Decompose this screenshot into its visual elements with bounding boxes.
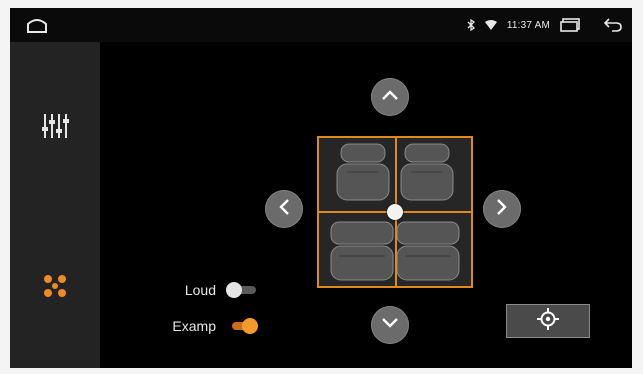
status-bar: 11:37 AM [10,8,632,42]
status-icons: 11:37 AM [467,8,622,42]
speaker-balance-icon [40,271,70,306]
fader-up-button[interactable] [371,78,409,116]
examp-toggle-knob [242,318,258,334]
head-unit-screen: 11:37 AM Loud Examp [10,8,632,368]
balance-position-handle[interactable] [387,204,403,220]
loud-toggle-knob [226,282,242,298]
back-icon[interactable] [604,18,622,32]
arrow-left-icon [278,198,290,221]
reset-center-button[interactable] [506,304,590,338]
balance-fader-grid[interactable] [317,136,473,288]
loud-toggle[interactable] [226,282,256,298]
examp-toggle[interactable] [226,318,258,334]
balance-right-button[interactable] [483,190,521,228]
balance-fader-panel: Loud Examp [100,42,632,368]
loud-toggle-row: Loud [156,282,256,298]
fader-down-button[interactable] [371,306,409,344]
examp-toggle-row: Examp [156,318,258,334]
arrow-right-icon [496,198,508,221]
sidebar [10,42,100,368]
sidebar-item-equalizer[interactable] [33,106,77,150]
recent-apps-icon[interactable] [560,18,580,32]
equalizer-sliders-icon [40,111,70,146]
examp-label: Examp [172,318,216,334]
loud-label: Loud [184,282,216,298]
arrow-down-icon [381,316,399,334]
crosshair-center-icon [537,307,559,335]
clock-time: 11:37 AM [506,19,550,31]
bluetooth-icon [467,19,475,31]
wifi-icon [484,20,497,30]
balance-left-button[interactable] [265,190,303,228]
home-icon[interactable] [26,16,48,34]
sidebar-item-balance[interactable] [33,266,77,310]
arrow-up-icon [381,88,399,106]
